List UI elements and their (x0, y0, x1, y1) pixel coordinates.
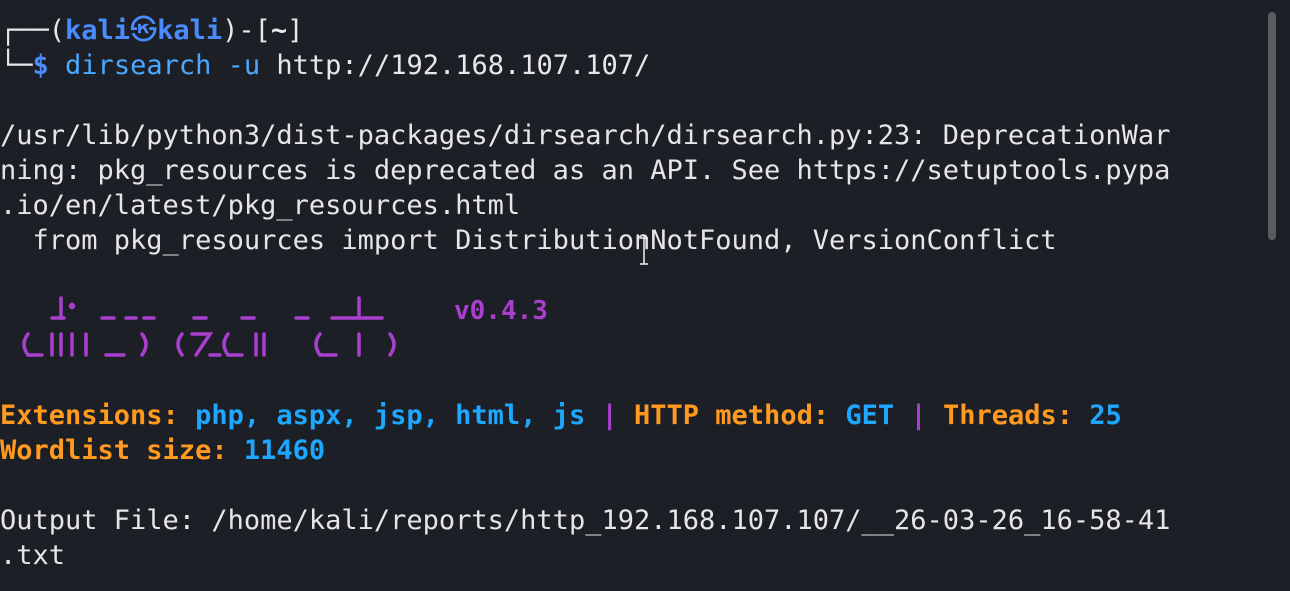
separator: | (601, 400, 618, 431)
prompt-at-icon: ㉿ (130, 15, 158, 46)
extensions-value: php, aspx, jsp, html, js (195, 400, 586, 431)
text-cursor-icon (640, 237, 648, 265)
method-value: GET (845, 400, 895, 431)
warning-line-1: /usr/lib/python3/dist-packages/dirsearch… (0, 120, 1171, 151)
separator: | (910, 400, 927, 431)
warning-line-2: ning: pkg_resources is deprecated as an … (0, 155, 1171, 186)
prompt-dollar: $ (32, 50, 49, 81)
prompt-bracket-close: ] (287, 15, 304, 46)
banner-version: v0.4.3 (454, 296, 548, 326)
wordlist-value: 11460 (243, 435, 326, 466)
warning-line-4: from pkg_resources import DistributionNo… (0, 225, 1057, 256)
prompt-host: kali (157, 15, 223, 46)
prompt-user: kali (65, 15, 131, 46)
method-label: HTTP method: (634, 400, 830, 431)
prompt-dir: ~ (270, 15, 288, 46)
prompt-corner-top: ┌──( (0, 15, 66, 46)
config-line-1: Extensions: php, aspx, jsp, html, js | H… (0, 398, 1122, 433)
dirsearch-logo (22, 296, 396, 357)
threads-value: 25 (1089, 400, 1122, 431)
terminal-output[interactable]: ┌──(kali㉿kali)-[~] └─$ dirsearch -u http… (0, 0, 1262, 591)
extensions-label: Extensions: (0, 400, 179, 431)
config-line-2: Wordlist size: 11460 (0, 433, 325, 468)
output-line-2: .txt (0, 540, 66, 571)
scrollbar[interactable] (1268, 12, 1276, 240)
command-url: http://192.168.107.107/ (276, 50, 651, 81)
threads-label: Threads: (942, 400, 1073, 431)
wordlist-label: Wordlist size: (0, 435, 228, 466)
prompt-corner-bottom: └─ (0, 50, 33, 81)
prompt-bracket: )-[ (222, 15, 271, 46)
prompt-line-1: ┌──(kali㉿kali)-[~] (0, 13, 303, 48)
command-flag: -u (227, 50, 261, 81)
warning-line-3: .io/en/latest/pkg_resources.html (0, 190, 521, 221)
command-name: dirsearch (65, 50, 212, 81)
output-line-1: Output File: /home/kali/reports/http_192… (0, 505, 1171, 536)
prompt-line-2: └─$ dirsearch -u http://192.168.107.107/ (0, 48, 650, 83)
